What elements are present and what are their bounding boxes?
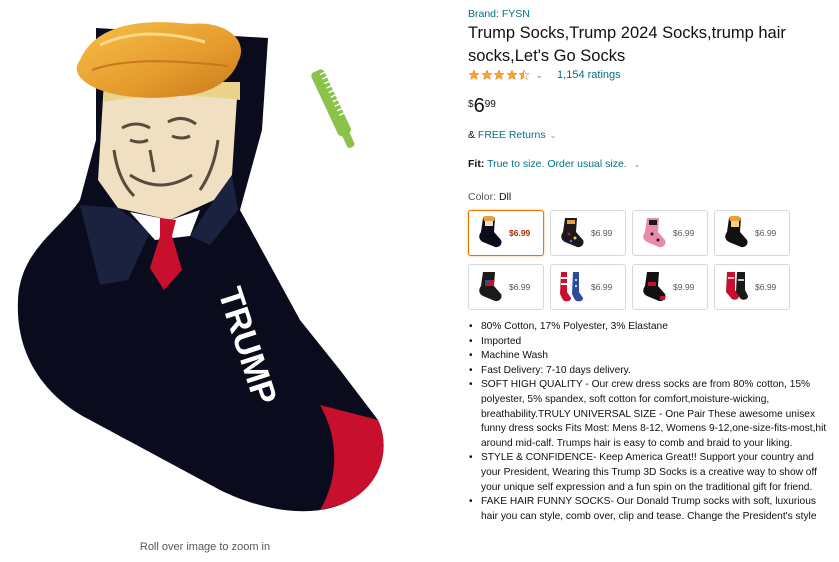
star-icon [480, 69, 493, 81]
color-swatch[interactable]: $6.99 [550, 210, 626, 256]
chevron-down-icon[interactable]: ⌄ [550, 131, 557, 140]
price: $ 6 99 [468, 96, 496, 116]
chevron-down-icon[interactable]: ⌄ [634, 160, 641, 169]
color-swatch[interactable]: $6.99 [550, 264, 626, 310]
color-swatch[interactable]: $6.99 [714, 264, 790, 310]
color-swatch-grid: $6.99 $6.99 $6.99 $6.99 $6.99 $6.99 $9.9… [468, 210, 790, 310]
color-swatch[interactable]: $6.99 [468, 210, 544, 256]
list-item: 80% Cotton, 17% Polyester, 3% Elastane [468, 320, 834, 335]
color-label-text: Color: [468, 191, 497, 203]
brand-link[interactable]: Brand: FYSN [468, 8, 530, 20]
price-whole: 6 [473, 95, 485, 117]
swatch-price: $6.99 [755, 282, 777, 292]
sock-thumbnail-icon [560, 272, 583, 302]
color-swatch[interactable]: $6.99 [632, 210, 708, 256]
fit-label: Fit: [468, 158, 485, 170]
color-label: Color: Dll [468, 191, 511, 203]
half-star-icon [518, 69, 530, 81]
sock-thumbnail-icon [725, 216, 748, 248]
list-item: SOFT HIGH QUALITY - Our crew dress socks… [468, 378, 834, 451]
zoom-caption: Roll over image to zoom in [139, 541, 271, 553]
sock-thumbnail-icon [561, 218, 584, 248]
returns-prefix: & [468, 129, 478, 141]
list-item: STYLE & CONFIDENCE- Keep America Great!!… [468, 451, 834, 495]
product-title: Trump Socks,Trump 2024 Socks,trump hair … [468, 24, 786, 65]
color-swatch[interactable]: $6.99 [714, 210, 790, 256]
swatch-price: $6.99 [509, 228, 531, 238]
star-icon [468, 69, 480, 81]
ratings-count-link[interactable]: 1,154 ratings [557, 69, 621, 81]
rating-row: ⌄ 1,154 ratings [468, 69, 621, 81]
fit-value-link[interactable]: True to size. Order usual size. [487, 158, 627, 170]
sock-thumbnail-icon [726, 272, 748, 300]
price-fraction: 99 [484, 99, 496, 110]
color-swatch[interactable]: $6.99 [468, 264, 544, 310]
list-item: Imported [468, 335, 834, 350]
list-item: Machine Wash [468, 349, 834, 364]
feature-bullets: 80% Cotton, 17% Polyester, 3% Elastane I… [468, 320, 834, 524]
image-gallery: TRUMP Roll over image to zoom in [0, 0, 440, 562]
swatch-price: $6.99 [755, 228, 777, 238]
color-value: Dll [498, 191, 512, 203]
main-product-image[interactable]: TRUMP [0, 0, 440, 530]
fit-row: Fit: True to size. Order usual size. ⌄ [468, 158, 640, 170]
swatch-price: $6.99 [591, 228, 613, 238]
returns-row: & FREE Returns ⌄ [468, 129, 556, 141]
swatch-price: $6.99 [673, 228, 695, 238]
swatch-price: $9.99 [673, 282, 695, 292]
sock-thumbnail-icon [479, 272, 502, 302]
star-rating[interactable] [468, 69, 531, 81]
sock-thumbnail-icon [479, 216, 502, 248]
free-returns-link[interactable]: FREE Returns [478, 129, 546, 141]
swatch-price: $6.99 [509, 282, 531, 292]
list-item: FAKE HAIR FUNNY SOCKS- Our Donald Trump … [468, 495, 834, 524]
sock-thumbnail-icon [643, 218, 666, 248]
color-swatch[interactable]: $9.99 [632, 264, 708, 310]
sock-thumbnail-icon [643, 272, 666, 302]
chevron-down-icon[interactable]: ⌄ [536, 70, 544, 81]
swatch-price: $6.99 [591, 282, 613, 292]
product-details: Brand: FYSN Trump Socks,Trump 2024 Socks… [468, 0, 836, 562]
list-item: Fast Delivery: 7-10 days delivery. [468, 364, 834, 379]
star-icon [505, 69, 518, 81]
star-icon [493, 69, 505, 81]
sock-illustration: TRUMP [17, 22, 384, 512]
comb-icon [311, 69, 355, 148]
